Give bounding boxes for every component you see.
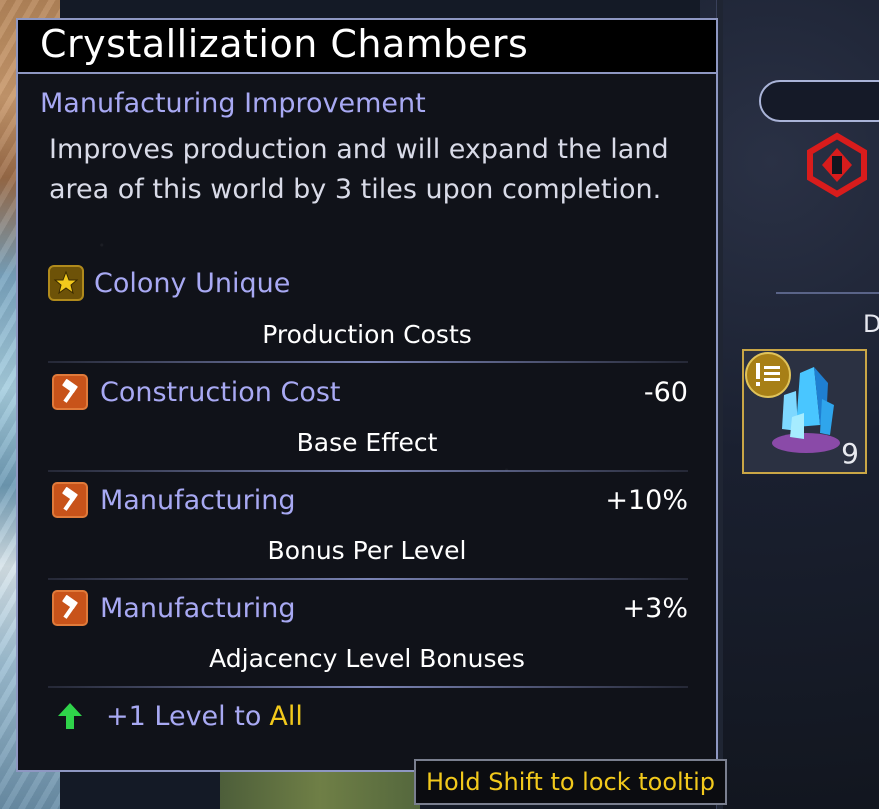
section-title-production-costs: Production Costs (262, 320, 472, 349)
colony-unique-row: Colony Unique (48, 263, 290, 303)
section-title-bonus-per-level: Bonus Per Level (267, 536, 467, 565)
section-divider (48, 361, 688, 363)
up-arrow-icon (52, 698, 88, 734)
stat-value: -60 (643, 376, 688, 408)
side-panel-heading: D (863, 310, 879, 338)
star-icon (48, 265, 84, 301)
section-title-base-effect: Base Effect (296, 428, 438, 457)
section-divider (48, 578, 688, 580)
lock-tooltip-hint-text: Hold Shift to lock tooltip (426, 768, 715, 796)
stat-label: Manufacturing (100, 484, 296, 516)
colony-unique-label: Colony Unique (94, 267, 291, 299)
side-panel-field[interactable] (759, 80, 879, 122)
alert-list-icon (756, 363, 780, 386)
side-panel-rule (776, 292, 879, 294)
hammer-icon (52, 482, 88, 518)
lock-tooltip-hint: Hold Shift to lock tooltip (414, 759, 727, 805)
stat-label: Manufacturing (100, 592, 296, 624)
adjacency-target: All (269, 700, 303, 732)
stat-row-level-manufacturing: Manufacturing +3% (52, 588, 688, 628)
tooltip-title: Crystallization Chambers (40, 22, 529, 66)
stat-value: +3% (622, 592, 688, 624)
terrain-strip (220, 770, 420, 809)
project-card-crystallization-chambers[interactable]: 9 (742, 349, 867, 474)
section-title-adjacency: Adjacency Level Bonuses (209, 644, 525, 673)
tooltip-header: Crystallization Chambers (18, 20, 716, 74)
project-count: 9 (841, 437, 859, 470)
section-divider (48, 470, 688, 472)
adjacency-bonus-text: +1 Level to All (106, 701, 303, 732)
hammer-icon (52, 590, 88, 626)
alert-badge (745, 352, 791, 398)
adjacency-prefix: +1 Level to (106, 700, 262, 732)
improvement-tooltip: Crystallization Chambers Manufacturing I… (16, 18, 718, 772)
adjacency-row: +1 Level to All (52, 696, 303, 736)
tooltip-subtitle: Manufacturing Improvement (40, 88, 426, 119)
stat-label: Construction Cost (100, 376, 341, 408)
hammer-icon (52, 374, 88, 410)
stat-value: +10% (605, 484, 688, 516)
stat-row-base-manufacturing: Manufacturing +10% (52, 480, 688, 520)
stat-row-construction-cost: Construction Cost -60 (52, 372, 688, 412)
faction-emblem-icon (807, 132, 867, 198)
tooltip-description: Improves production and will expand the … (49, 134, 669, 205)
section-divider (48, 686, 688, 688)
